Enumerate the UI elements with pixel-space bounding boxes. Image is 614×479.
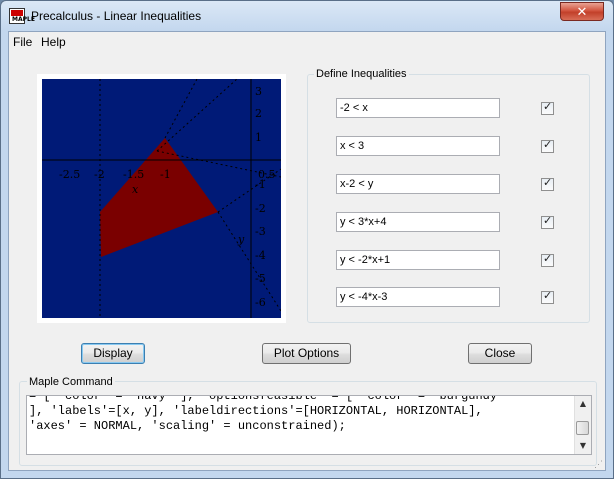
command-line: = [ 'color' = "navy" ], 'optionsfeasible… xyxy=(29,395,505,403)
y-tick-label: -6 xyxy=(255,296,266,309)
plot-panel: -2.5 -2 -1.5 -1 0.5 x 3 2 1 -1 -2 -3 -4 … xyxy=(37,74,286,323)
command-line: 'axes' = NORMAL, 'scaling' = unconstrain… xyxy=(29,419,346,433)
maple-command-textarea[interactable]: = [ 'color' = "navy" ], 'optionsfeasible… xyxy=(26,395,592,455)
menu-help[interactable]: Help xyxy=(41,35,66,49)
close-button[interactable]: Close xyxy=(468,343,532,364)
window-close-button[interactable]: ✕ xyxy=(560,2,604,21)
y-tick-label: -5 xyxy=(255,272,266,285)
scroll-up-icon[interactable]: ▲ xyxy=(575,396,591,412)
inequality-checkbox-1[interactable]: ✓ xyxy=(541,100,554,115)
inequality-input-6[interactable]: y < -4*x-3 xyxy=(336,287,500,307)
x-axis-label: x xyxy=(132,183,139,196)
checkmark-icon: ✓ xyxy=(543,176,553,189)
scroll-thumb[interactable] xyxy=(576,421,589,435)
plot-options-button[interactable]: Plot Options xyxy=(262,343,351,364)
y-axis-label: y xyxy=(237,233,245,246)
app-window: MAPLE Precalculus - Linear Inequalities … xyxy=(0,0,614,479)
x-tick-label: -2 xyxy=(94,168,105,181)
inequality-input-4[interactable]: y < 3*x+4 xyxy=(336,212,500,232)
y-tick-label: -3 xyxy=(255,225,266,238)
inequality-checkbox-2[interactable]: ✓ xyxy=(541,138,554,153)
x-tick-label: -2.5 xyxy=(59,168,80,181)
command-line: ], 'labels'=[x, y], 'labeldirections'=[H… xyxy=(29,404,483,418)
inequality-input-5[interactable]: y < -2*x+1 xyxy=(336,250,500,270)
menu-file[interactable]: File xyxy=(13,35,32,49)
y-tick-label: -2 xyxy=(255,202,266,215)
checkmark-icon: ✓ xyxy=(543,138,553,151)
title-bar: MAPLE Precalculus - Linear Inequalities … xyxy=(1,1,613,31)
maple-command-label: Maple Command xyxy=(27,376,115,388)
display-button[interactable]: Display xyxy=(81,343,145,364)
inequality-input-3[interactable]: x-2 < y xyxy=(336,174,500,194)
checkmark-icon: ✓ xyxy=(543,100,553,113)
x-tick-label: -1.5 xyxy=(123,168,144,181)
checkmark-icon: ✓ xyxy=(543,214,553,227)
y-tick-label: 2 xyxy=(255,107,262,120)
y-tick-label: -1 xyxy=(255,178,266,191)
y-tick-label: -4 xyxy=(255,249,266,262)
inequality-input-1[interactable]: -2 < x xyxy=(336,98,500,118)
scroll-down-icon[interactable]: ▼ xyxy=(575,438,591,454)
inequality-plot: -2.5 -2 -1.5 -1 0.5 x 3 2 1 -1 -2 -3 -4 … xyxy=(42,79,281,318)
checkmark-icon: ✓ xyxy=(543,289,553,302)
inequality-checkbox-4[interactable]: ✓ xyxy=(541,214,554,229)
inequality-checkbox-3[interactable]: ✓ xyxy=(541,176,554,191)
inequality-checkbox-5[interactable]: ✓ xyxy=(541,252,554,267)
define-inequalities-label: Define Inequalities xyxy=(314,68,409,80)
x-tick-label: -1 xyxy=(160,168,171,181)
command-scrollbar[interactable]: ▲ ▼ xyxy=(574,396,591,454)
inequality-input-2[interactable]: x < 3 xyxy=(336,136,500,156)
window-title: Precalculus - Linear Inequalities xyxy=(31,9,202,23)
client-area: File Help -2.5 -2 -1.5 -1 0.5 x 3 2 1 -1… xyxy=(8,31,606,471)
maple-app-icon[interactable]: MAPLE xyxy=(9,8,35,24)
resize-grip-icon[interactable]: ⋰ xyxy=(594,459,604,469)
checkmark-icon: ✓ xyxy=(543,252,553,265)
y-tick-label: 3 xyxy=(255,85,262,98)
maple-command-text: = [ 'color' = "navy" ], 'optionsfeasible… xyxy=(29,395,573,434)
y-tick-label: 1 xyxy=(255,131,262,144)
inequality-checkbox-6[interactable]: ✓ xyxy=(541,289,554,304)
menu-bar: File Help xyxy=(9,32,605,51)
